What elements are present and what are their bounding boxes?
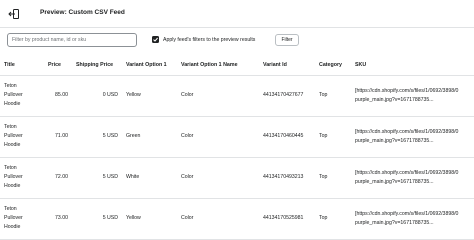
cell-category: Top xyxy=(315,198,351,240)
cell-category: Top xyxy=(315,157,351,199)
cell-price: 72.00 xyxy=(44,157,72,199)
cell-variant-option: Yellow xyxy=(122,198,177,240)
cell-variant-option-name: Color xyxy=(177,116,259,158)
search-input[interactable] xyxy=(7,33,137,47)
cell-sku: [https://cdn.shopify.com/s/files/1/0692/… xyxy=(351,75,474,117)
apply-filters-label: Apply feed's filters to the preview resu… xyxy=(163,37,256,43)
cell-shipping-price: 5 USD xyxy=(72,198,122,240)
cell-sku: [https://cdn.shopify.com/s/files/1/0692/… xyxy=(351,157,474,199)
column-header-sku[interactable]: SKU xyxy=(351,55,474,76)
cell-price: 85.00 xyxy=(44,75,72,117)
column-header-variant-option-name[interactable]: Variant Option 1 Name xyxy=(177,55,259,76)
cell-variant-option: White xyxy=(122,157,177,199)
table-row: Teton Pullover Hoodie 85.00 0 USD Yellow… xyxy=(0,75,474,117)
cell-variant-option-name: Color xyxy=(177,198,259,240)
page-header: Preview: Custom CSV Feed xyxy=(0,0,474,28)
cell-variant-option: Yellow xyxy=(122,75,177,117)
table-row: Teton Pullover Hoodie 72.00 5 USD White … xyxy=(0,157,474,199)
table-header-row: Title Price Shipping Price Variant Optio… xyxy=(0,55,474,76)
page-title: Preview: Custom CSV Feed xyxy=(40,9,125,16)
cell-title: Teton Pullover Hoodie xyxy=(0,75,44,117)
column-header-category[interactable]: Category xyxy=(315,55,351,76)
cell-category: Top xyxy=(315,75,351,117)
cell-variant-id: 44134170493213 xyxy=(259,157,315,199)
cell-category: Top xyxy=(315,116,351,158)
cell-sku: [https://cdn.shopify.com/s/files/1/0692/… xyxy=(351,116,474,158)
exit-icon[interactable] xyxy=(8,7,20,19)
apply-filters-checkbox[interactable] xyxy=(152,36,159,43)
cell-price: 73.00 xyxy=(44,198,72,240)
filter-button[interactable]: Filter xyxy=(275,34,299,46)
cell-variant-id: 44134170460445 xyxy=(259,116,315,158)
column-header-title[interactable]: Title xyxy=(0,55,44,76)
cell-variant-id: 44134170427677 xyxy=(259,75,315,117)
column-header-variant-id[interactable]: Variant Id xyxy=(259,55,315,76)
checkmark-icon xyxy=(153,37,158,42)
column-header-shipping-price[interactable]: Shipping Price xyxy=(72,55,122,76)
cell-shipping-price: 0 USD xyxy=(72,75,122,117)
cell-title: Teton Pullover Hoodie xyxy=(0,116,44,158)
cell-title: Teton Pullover Hoodie xyxy=(0,157,44,199)
cell-sku: [https://cdn.shopify.com/s/files/1/0692/… xyxy=(351,198,474,240)
cell-variant-option-name: Color xyxy=(177,157,259,199)
column-header-price[interactable]: Price xyxy=(44,55,72,76)
cell-variant-option-name: Color xyxy=(177,75,259,117)
cell-variant-id: 44134170525981 xyxy=(259,198,315,240)
table-row: Teton Pullover Hoodie 71.00 5 USD Green … xyxy=(0,116,474,158)
cell-variant-option: Green xyxy=(122,116,177,158)
column-header-variant-option[interactable]: Variant Option 1 xyxy=(122,55,177,76)
cell-title: Teton Pullover Hoodie xyxy=(0,198,44,240)
cell-shipping-price: 5 USD xyxy=(72,116,122,158)
table-row: Teton Pullover Hoodie 73.00 5 USD Yellow… xyxy=(0,198,474,240)
cell-price: 71.00 xyxy=(44,116,72,158)
cell-shipping-price: 5 USD xyxy=(72,157,122,199)
preview-table: Title Price Shipping Price Variant Optio… xyxy=(0,55,474,240)
